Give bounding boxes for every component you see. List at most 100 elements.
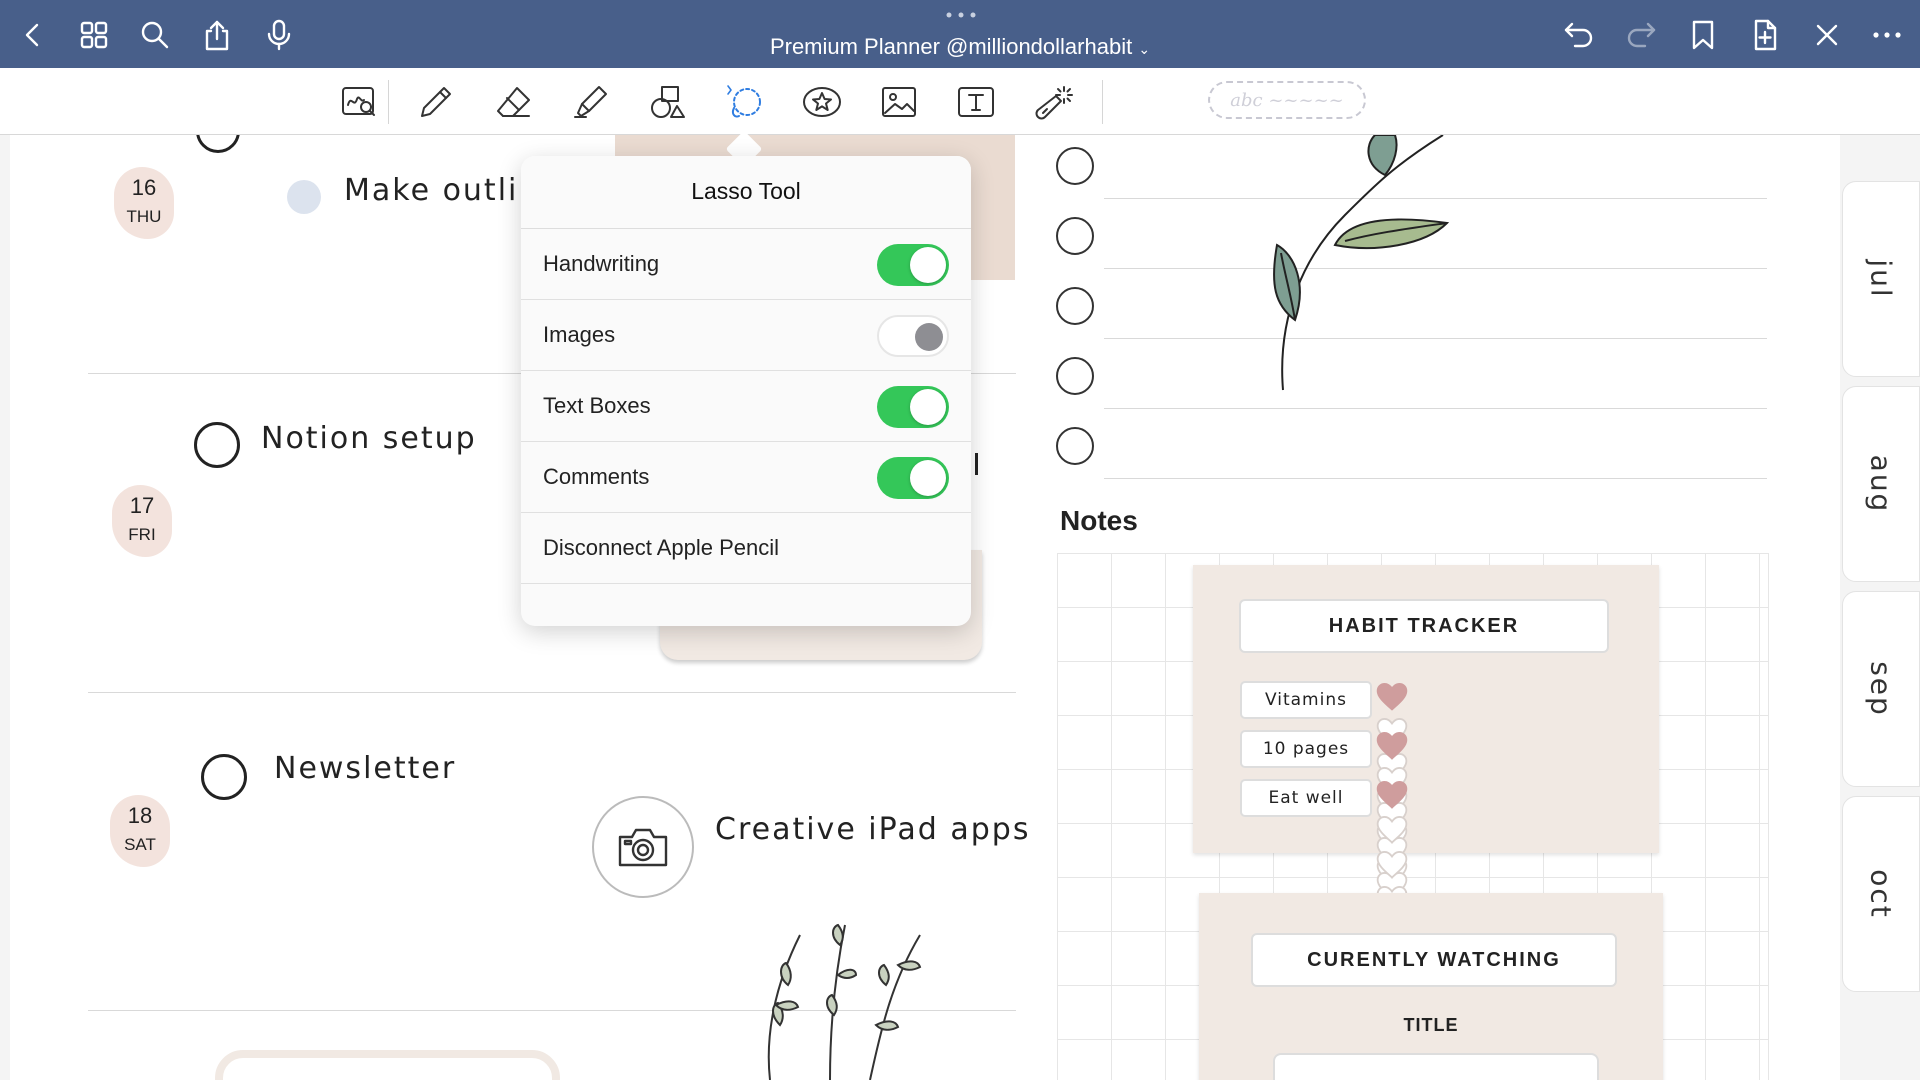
day-badge: 18 SAT	[110, 795, 170, 867]
day-divider	[88, 692, 1016, 693]
document-title-text: Premium Planner @milliondollarhabit	[769, 34, 1133, 59]
checklist-checkbox[interactable]	[1056, 147, 1094, 185]
laser-pointer-icon	[1035, 86, 1073, 120]
task-text: Notion setup	[261, 421, 477, 456]
dictation-button[interactable]	[258, 14, 300, 56]
undo-icon	[1564, 22, 1593, 48]
checklist-checkbox[interactable]	[1056, 217, 1094, 255]
option-comments[interactable]: Comments	[521, 442, 971, 513]
handwriting-search-icon	[342, 87, 375, 116]
image-icon	[882, 87, 916, 117]
images-toggle[interactable]	[877, 315, 949, 357]
add-page-button[interactable]	[1744, 14, 1786, 56]
lasso-tool-popover: Lasso Tool Handwriting Images Text Boxes…	[521, 156, 971, 626]
day-weekday: FRI	[128, 525, 156, 544]
month-tab-label: oct	[1864, 869, 1898, 919]
month-tab-oct[interactable]: oct	[1842, 796, 1920, 992]
pen-tool[interactable]	[414, 80, 458, 124]
thumbnails-button[interactable]	[73, 14, 115, 56]
camera-icon	[618, 828, 668, 867]
habit-label: 10 pages	[1240, 730, 1372, 768]
highlighter-icon	[574, 86, 607, 118]
pen-icon	[421, 87, 451, 117]
heart-outline-icon[interactable]	[1376, 815, 1408, 845]
option-label: Handwriting	[543, 251, 660, 276]
title-bar: Premium Planner @milliondollarhabit ⌄	[0, 0, 1920, 68]
disconnect-pencil-button[interactable]: Disconnect Apple Pencil	[521, 513, 971, 584]
tool-bar: abc ~~~~~	[0, 68, 1920, 135]
text-icon	[958, 87, 994, 117]
redo-icon	[1627, 22, 1656, 48]
highlighter-tool[interactable]	[569, 80, 613, 124]
day-weekday: SAT	[124, 835, 156, 854]
bottom-card	[215, 1050, 560, 1080]
sticker-tool[interactable]	[800, 80, 844, 124]
day-number: 16	[131, 175, 157, 200]
search-icon	[141, 21, 169, 49]
checklist-checkbox[interactable]	[1056, 357, 1094, 395]
checklist-line	[1104, 478, 1767, 479]
shapes-tool[interactable]	[646, 80, 690, 124]
day-number: 18	[127, 803, 153, 828]
disconnect-pencil-label: Disconnect Apple Pencil	[543, 535, 780, 560]
watching-title-field[interactable]	[1273, 1053, 1599, 1080]
back-button[interactable]	[12, 14, 54, 56]
grid-icon	[80, 21, 108, 49]
watching-title: CURENTLY WATCHING	[1251, 933, 1617, 987]
habit-tracker-title: HABIT TRACKER	[1239, 599, 1609, 653]
lasso-tool[interactable]	[723, 80, 767, 124]
task-text: Make outli	[344, 173, 519, 208]
redo-button[interactable]	[1620, 14, 1662, 56]
text-tool[interactable]	[954, 80, 998, 124]
add-page-icon	[1754, 19, 1777, 51]
day-number: 17	[129, 493, 155, 518]
month-tab-label: aug	[1864, 454, 1898, 514]
heart-filled-icon[interactable]	[1376, 780, 1408, 810]
heart-filled-icon[interactable]	[1376, 731, 1408, 761]
undo-button[interactable]	[1558, 14, 1600, 56]
month-tab-aug[interactable]: aug	[1842, 386, 1920, 582]
watching-card: CURENTLY WATCHING TITLE	[1199, 893, 1663, 1080]
habit-label: Vitamins	[1240, 681, 1372, 719]
popover-title: Lasso Tool	[521, 156, 971, 229]
favorites-pen-slot[interactable]: abc ~~~~~	[1208, 81, 1366, 119]
checklist-checkbox[interactable]	[1056, 427, 1094, 465]
laser-pointer-tool[interactable]	[1032, 80, 1076, 124]
image-tool[interactable]	[877, 80, 921, 124]
microphone-icon	[267, 19, 291, 51]
task-checkbox[interactable]	[201, 754, 247, 800]
option-label: Comments	[543, 464, 650, 489]
month-tab-sep[interactable]: sep	[1842, 591, 1920, 787]
camera-sticker	[592, 796, 694, 898]
document-title[interactable]: Premium Planner @milliondollarhabit ⌄	[770, 34, 1150, 59]
close-x-icon	[1816, 24, 1838, 46]
comments-toggle[interactable]	[877, 457, 949, 499]
text-boxes-toggle[interactable]	[877, 386, 949, 428]
day-badge: 17 FRI	[112, 485, 172, 557]
watching-column-label: TITLE	[1403, 1015, 1459, 1035]
handwriting-search-tool[interactable]	[337, 80, 381, 124]
eraser-tool[interactable]	[492, 80, 536, 124]
sticker-caption: Creative iPad apps	[715, 812, 1031, 847]
checklist-checkbox[interactable]	[1056, 287, 1094, 325]
more-button[interactable]	[1866, 14, 1908, 56]
option-handwriting[interactable]: Handwriting	[521, 229, 971, 300]
option-text-boxes[interactable]: Text Boxes	[521, 371, 971, 442]
heart-filled-icon[interactable]	[1376, 682, 1408, 712]
sticker-icon	[803, 87, 841, 117]
favorites-placeholder: abc ~~~~~	[1230, 89, 1344, 111]
month-tab-jul[interactable]: jul	[1842, 181, 1920, 377]
handwriting-toggle[interactable]	[877, 244, 949, 286]
leaf-branch-illustration	[1273, 135, 1450, 391]
option-label: Text Boxes	[543, 393, 651, 418]
handwriting-stroke	[975, 453, 978, 475]
drag-handle-icon[interactable]	[945, 12, 977, 18]
option-images[interactable]: Images	[521, 300, 971, 371]
shapes-icon	[651, 86, 685, 118]
close-button[interactable]	[1806, 14, 1848, 56]
search-button[interactable]	[134, 14, 176, 56]
share-button[interactable]	[196, 14, 238, 56]
task-checkbox[interactable]	[194, 422, 240, 468]
heart-outline-icon[interactable]	[1376, 850, 1408, 880]
bookmark-button[interactable]	[1682, 14, 1724, 56]
